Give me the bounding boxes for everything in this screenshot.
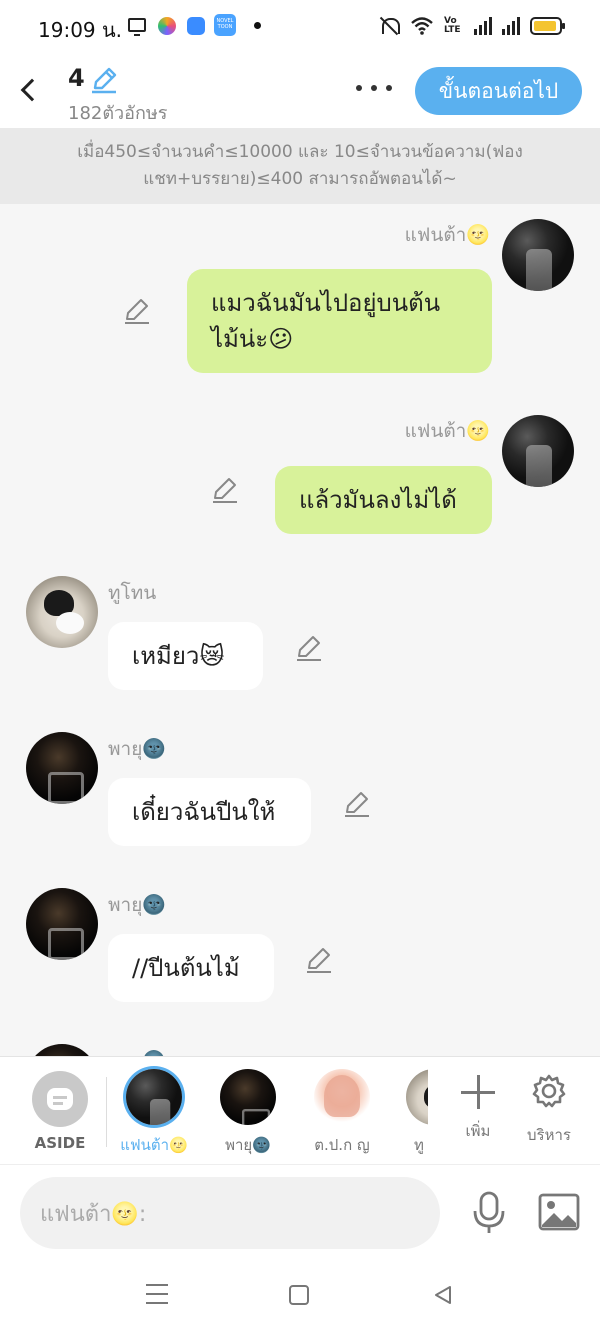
next-step-button[interactable]: ขั้นตอนต่อไป [415, 67, 582, 115]
noveltoon-icon: NOVEL TOON [214, 14, 236, 36]
edit-message-icon[interactable] [304, 944, 334, 974]
noveltoon-icon-text: NOVEL TOON [216, 18, 234, 30]
episode-number: 4 [68, 64, 85, 92]
edit-message-icon[interactable] [122, 295, 152, 325]
home-icon[interactable] [289, 1285, 309, 1305]
character-item[interactable]: แฟนต้า🌝 [114, 1069, 194, 1157]
character-avatar [126, 1069, 182, 1125]
volte-icon: Vo LTE [444, 16, 461, 35]
edit-message-icon[interactable] [210, 474, 240, 504]
avatar[interactable] [502, 415, 574, 487]
character-item[interactable]: ต.ป.ก ญ [302, 1069, 382, 1157]
edit-message-icon[interactable] [294, 632, 324, 662]
composer: แฟนต้า🌝: [0, 1164, 600, 1264]
avatar[interactable] [26, 888, 98, 960]
character-item[interactable]: พายุ🌚 [208, 1069, 288, 1157]
battery-icon [530, 17, 565, 35]
add-character-button[interactable]: เพิ่ม [448, 1071, 508, 1143]
wifi-icon [411, 17, 433, 35]
character-label: ทู [414, 1136, 424, 1154]
back-icon[interactable] [432, 1284, 454, 1306]
aside-button[interactable] [32, 1071, 88, 1127]
chat-bubble[interactable]: //ปีนต้นไม้ [108, 934, 274, 1002]
speaker-name: พายุ🌚 [108, 894, 166, 916]
chat-bubble[interactable]: เดี๋ยวฉันปีนให้ [108, 778, 311, 846]
avatar[interactable] [26, 576, 98, 648]
avatar[interactable] [26, 1044, 98, 1056]
more-options-button[interactable] [356, 76, 392, 100]
system-nav-bar [0, 1264, 600, 1333]
chat-bubble[interactable]: แมวฉันมันไปอยู่บนต้นไม้น่ะ😕 [187, 269, 492, 373]
character-label: ต.ป.ก ญ [314, 1136, 370, 1154]
message-text: //ปีนต้นไม้ [132, 954, 240, 982]
character-avatar [314, 1069, 370, 1125]
chat-bubble[interactable]: แล้วมันลงไม่ได้ [275, 466, 492, 534]
speaker-name: แฟนต้า🌝 [404, 224, 490, 246]
app-icon [187, 17, 205, 35]
character-avatar [406, 1069, 428, 1125]
avatar[interactable] [26, 732, 98, 804]
signal-icon [474, 17, 492, 35]
aside-label: ASIDE [34, 1134, 86, 1152]
character-label: พายุ🌚 [225, 1136, 271, 1154]
input-placeholder: แฟนต้า🌝: [40, 1201, 147, 1227]
message-text: เหมียว😿 [132, 642, 225, 670]
image-icon[interactable] [538, 1193, 580, 1231]
plus-icon [461, 1075, 495, 1109]
status-bar: 19:09 น. NOVEL TOON Vo LTE [0, 0, 600, 52]
status-time: 19:09 น. [38, 18, 123, 42]
upload-requirement-notice: เมื่อ450≤จำนวนคำ≤10000 และ 10≤จำนวนข้อคว… [0, 128, 600, 204]
monitor-icon [128, 18, 146, 36]
add-label: เพิ่ม [465, 1122, 491, 1140]
gear-icon [532, 1074, 566, 1108]
character-item-clipped[interactable]: ทู [396, 1057, 428, 1165]
menu-icon[interactable] [146, 1284, 168, 1304]
app-icon [158, 17, 176, 35]
divider [106, 1077, 107, 1147]
message-text: แมวฉันมันไปอยู่บนต้นไม้น่ะ😕 [211, 289, 441, 353]
edit-title-icon[interactable] [90, 66, 118, 94]
speaker-name: ทูโทน [108, 582, 157, 604]
character-avatar [220, 1069, 276, 1125]
back-button[interactable] [14, 74, 42, 106]
character-selector-bar: ASIDE แฟนต้า🌝 พายุ🌚 ต.ป.ก ญ ทู เพิ่ม บริ… [0, 1056, 600, 1165]
edit-message-icon[interactable] [342, 788, 372, 818]
chat-bubble[interactable]: เหมียว😿 [108, 622, 263, 690]
character-count: 182ตัวอักษร [68, 103, 168, 124]
chat-area[interactable]: แฟนต้า🌝 แมวฉันมันไปอยู่บนต้นไม้น่ะ😕 แฟนต… [0, 204, 600, 1056]
message-text: เดี๋ยวฉันปีนให้ [132, 798, 276, 826]
manage-characters-button[interactable]: บริหาร [519, 1071, 579, 1147]
status-icons: Vo LTE [378, 14, 565, 38]
character-label: แฟนต้า🌝 [120, 1136, 188, 1154]
mute-icon [378, 16, 400, 36]
microphone-icon[interactable] [470, 1191, 508, 1235]
editor-header: 4 182ตัวอักษร ขั้นตอนต่อไป [0, 52, 600, 128]
message-input[interactable]: แฟนต้า🌝: [20, 1177, 440, 1249]
speaker-name: พายุ🌚 [108, 1046, 166, 1056]
dot-icon [254, 22, 261, 29]
message-text: แล้วมันลงไม่ได้ [299, 486, 457, 514]
avatar[interactable] [502, 219, 574, 291]
speaker-name: พายุ🌚 [108, 738, 166, 760]
signal-icon [502, 17, 520, 35]
speaker-name: แฟนต้า🌝 [404, 420, 490, 442]
manage-label: บริหาร [527, 1126, 571, 1144]
